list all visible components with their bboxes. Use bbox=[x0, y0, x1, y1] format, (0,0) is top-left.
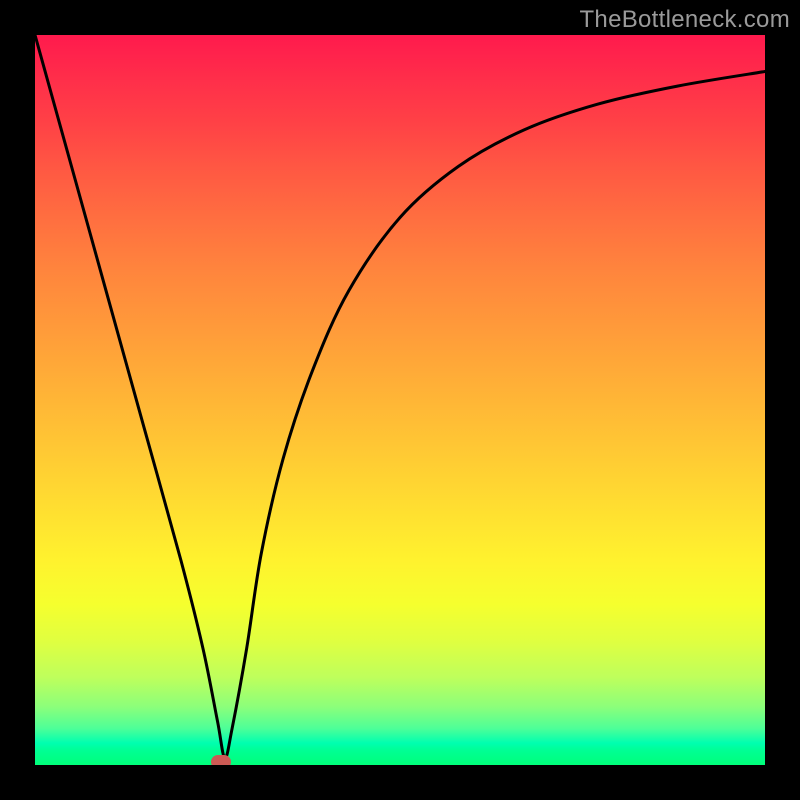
plot-area bbox=[35, 35, 765, 765]
watermark-text: TheBottleneck.com bbox=[579, 6, 790, 34]
chart-frame: TheBottleneck.com bbox=[0, 0, 800, 800]
bottleneck-curve bbox=[35, 35, 765, 765]
optimal-point-marker bbox=[211, 755, 231, 765]
